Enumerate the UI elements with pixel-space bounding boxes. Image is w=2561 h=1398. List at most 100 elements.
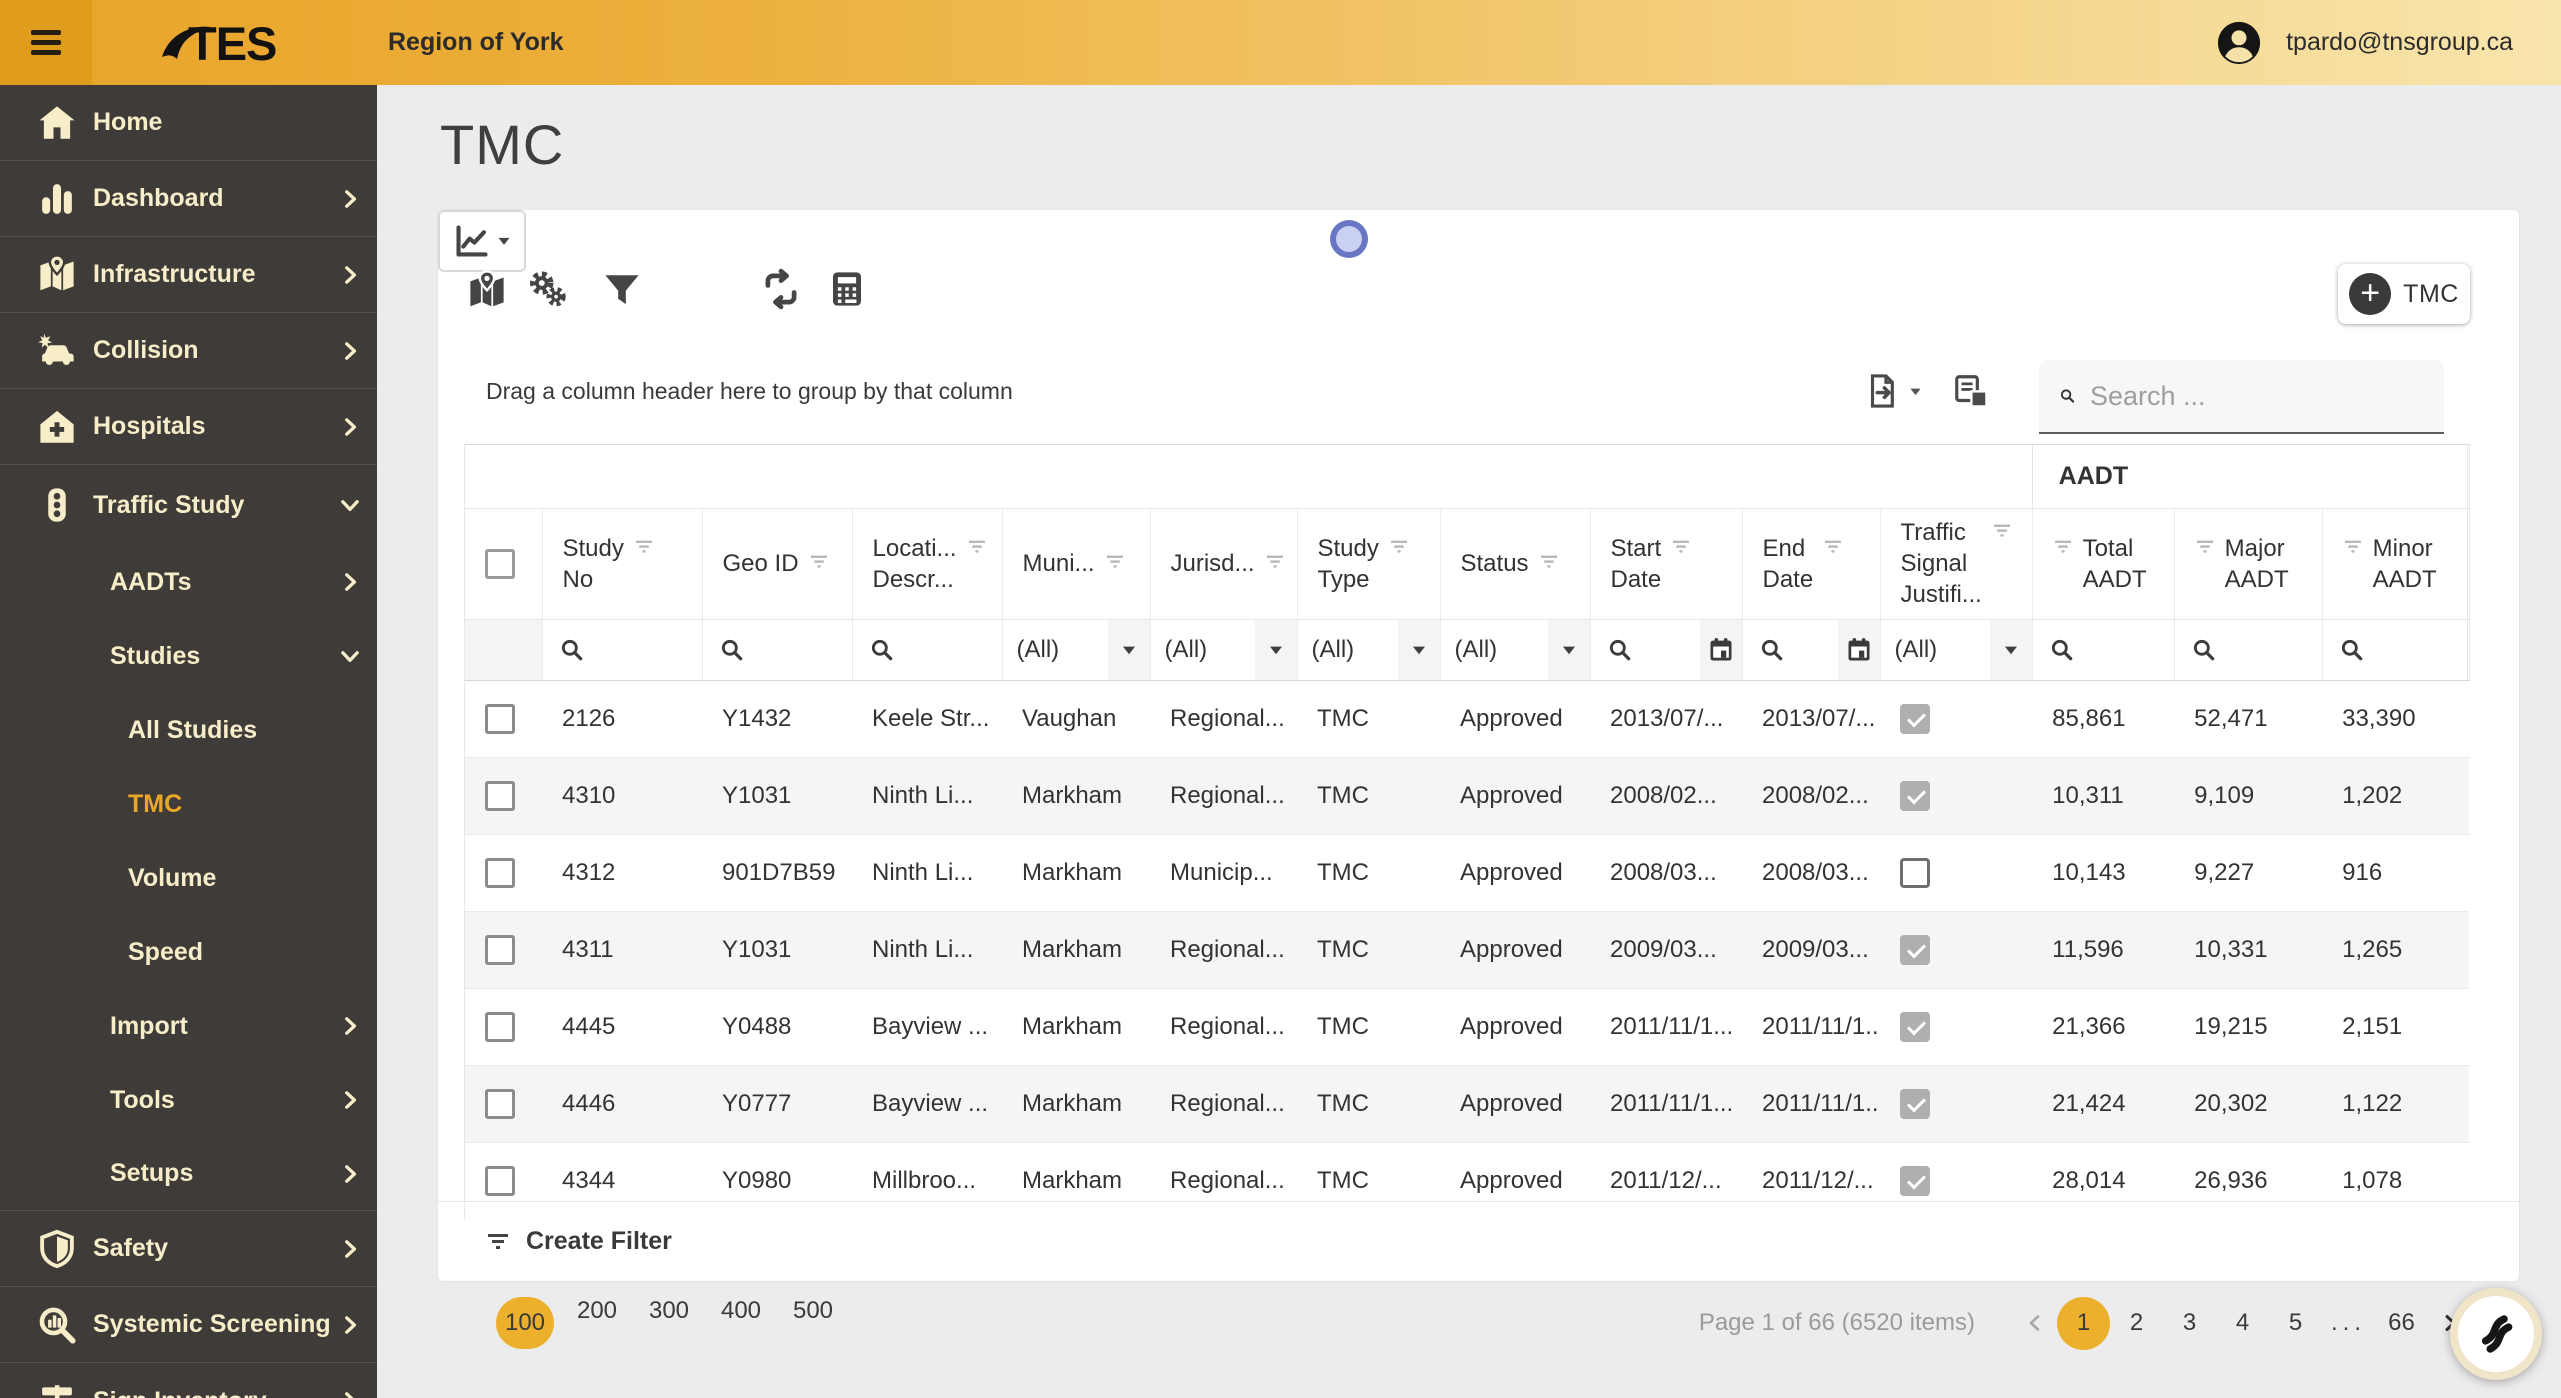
header-filter-icon[interactable] [1823, 539, 1843, 555]
page-number-5[interactable]: 5 [2269, 1297, 2322, 1350]
dropdown-button[interactable] [1547, 619, 1590, 680]
create-filter-button[interactable]: Create Filter [438, 1201, 2519, 1281]
page-size-200[interactable]: 200 [561, 1297, 633, 1349]
refresh-swap-button[interactable] [760, 268, 802, 310]
sidebar-item-dashboard[interactable]: Dashboard [0, 161, 377, 237]
column-header-study-no[interactable]: Study No [542, 508, 703, 620]
filter-geo-id[interactable] [702, 619, 853, 681]
column-header-study-type[interactable]: Study Type [1297, 508, 1441, 620]
column-header-jurisdiction[interactable]: Jurisd... [1150, 508, 1298, 620]
user-email[interactable]: tpardo@tnsgroup.ca [2286, 28, 2513, 57]
header-filter-icon[interactable] [1389, 539, 1409, 555]
row-checkbox[interactable] [485, 1011, 515, 1042]
row-checkbox[interactable] [485, 780, 515, 811]
sidebar-item-infrastructure[interactable]: Infrastructure [0, 237, 377, 313]
sidebar-item-systemic-screening[interactable]: Systemic Screening [0, 1287, 377, 1363]
filter-major-aadt[interactable] [2174, 619, 2323, 681]
row-checkbox[interactable] [485, 934, 515, 965]
sidebar-item-import[interactable]: Import [0, 989, 377, 1063]
column-header-major-aadt[interactable]: Major AADT [2174, 508, 2323, 620]
search-input[interactable] [2090, 380, 2444, 412]
sidebar-item-collision[interactable]: Collision [0, 313, 377, 389]
page-number-2[interactable]: 2 [2110, 1297, 2163, 1350]
header-filter-icon[interactable] [1992, 523, 2012, 539]
column-header-traffic-signal[interactable]: Traffic Signal Justifi... [1880, 508, 2033, 620]
row-checkbox[interactable] [485, 1165, 515, 1196]
column-chooser-icon[interactable] [1952, 372, 1990, 410]
column-header-start-date[interactable]: Start Date [1590, 508, 1743, 620]
filter-location[interactable] [852, 619, 1003, 681]
filter-status[interactable]: (All) [1440, 619, 1591, 681]
row-checkbox[interactable] [485, 703, 515, 734]
header-filter-icon[interactable] [634, 539, 654, 555]
filter-municipality[interactable]: (All) [1002, 619, 1151, 681]
prev-page-button[interactable] [2013, 1312, 2057, 1334]
header-filter-icon[interactable] [1671, 539, 1691, 555]
header-filter-icon[interactable] [2343, 539, 2363, 555]
filter-jurisdiction[interactable]: (All) [1150, 619, 1298, 681]
column-header-total-aadt[interactable]: Total AADT [2032, 508, 2175, 620]
header-filter-icon[interactable] [2053, 539, 2073, 555]
hamburger-menu-button[interactable] [0, 0, 92, 85]
dropdown-button[interactable] [1989, 619, 2032, 680]
dropdown-button[interactable] [1254, 619, 1297, 680]
date-picker-button[interactable] [1837, 619, 1880, 680]
sidebar-item-aadts[interactable]: AADTs [0, 545, 377, 619]
sidebar-item-tools[interactable]: Tools [0, 1063, 377, 1137]
column-header-minor-aadt[interactable]: Minor AADT [2322, 508, 2470, 620]
header-filter-icon[interactable] [809, 554, 829, 570]
page-size-500[interactable]: 500 [777, 1297, 849, 1349]
row-checkbox[interactable] [485, 1088, 515, 1119]
map-view-button[interactable] [466, 270, 508, 312]
sidebar-item-studies[interactable]: Studies [0, 619, 377, 693]
filter-study-type[interactable]: (All) [1297, 619, 1441, 681]
sidebar-item-safety[interactable]: Safety [0, 1211, 377, 1287]
date-picker-button[interactable] [1699, 619, 1742, 680]
column-header-geo-id[interactable]: Geo ID [702, 508, 853, 620]
grid-search-box[interactable] [2039, 360, 2444, 434]
sidebar-item-all-studies[interactable]: All Studies [0, 693, 377, 767]
settings-gears-button[interactable] [526, 268, 568, 310]
filter-end-date[interactable] [1742, 619, 1881, 681]
user-avatar-icon[interactable] [2216, 20, 2262, 66]
dropdown-button[interactable] [1107, 619, 1150, 680]
export-icon[interactable] [1863, 372, 1901, 410]
sidebar-item-traffic-study[interactable]: Traffic Study [0, 465, 377, 545]
header-filter-icon[interactable] [1539, 554, 1559, 570]
row-checkbox[interactable] [485, 857, 515, 888]
filter-minor-aadt[interactable] [2322, 619, 2470, 681]
page-number-4[interactable]: 4 [2216, 1297, 2269, 1350]
sidebar-item-speed[interactable]: Speed [0, 915, 377, 989]
sidebar-item-sign-inventory[interactable]: Sign Inventory [0, 1363, 377, 1398]
header-filter-icon[interactable] [1265, 554, 1285, 570]
sidebar-item-tmc[interactable]: TMC [0, 767, 377, 841]
filter-traffic-signal[interactable]: (All) [1880, 619, 2033, 681]
header-filter-icon[interactable] [967, 539, 987, 555]
column-header-end-date[interactable]: End Date [1742, 508, 1881, 620]
sidebar-item-home[interactable]: Home [0, 85, 377, 161]
floating-action-button[interactable] [2450, 1288, 2542, 1380]
page-size-300[interactable]: 300 [633, 1297, 705, 1349]
select-all-checkbox[interactable] [485, 548, 515, 579]
sidebar-item-setups[interactable]: Setups [0, 1137, 377, 1211]
column-header-status[interactable]: Status [1440, 508, 1591, 620]
page-number-66[interactable]: 66 [2375, 1297, 2428, 1350]
filter-study-no[interactable] [542, 619, 703, 681]
filter-button[interactable] [601, 270, 643, 312]
sidebar-item-volume[interactable]: Volume [0, 841, 377, 915]
header-filter-icon[interactable] [1105, 554, 1125, 570]
filter-total-aadt[interactable] [2032, 619, 2175, 681]
page-number-1[interactable]: 1 [2057, 1296, 2110, 1350]
dropdown-button[interactable] [1397, 619, 1440, 680]
page-number-3[interactable]: 3 [2163, 1297, 2216, 1350]
page-size-400[interactable]: 400 [705, 1297, 777, 1349]
page-size-100[interactable]: 100 [489, 1297, 561, 1349]
export-caret-icon[interactable] [1909, 386, 1922, 397]
filter-start-date[interactable] [1590, 619, 1743, 681]
add-tmc-button[interactable]: + TMC [2338, 264, 2470, 324]
column-header-municipality[interactable]: Muni... [1002, 508, 1151, 620]
calculator-button[interactable] [826, 268, 868, 310]
header-filter-icon[interactable] [2195, 539, 2215, 555]
chart-dropdown-button[interactable] [438, 210, 526, 272]
select-all-header[interactable] [465, 508, 543, 620]
